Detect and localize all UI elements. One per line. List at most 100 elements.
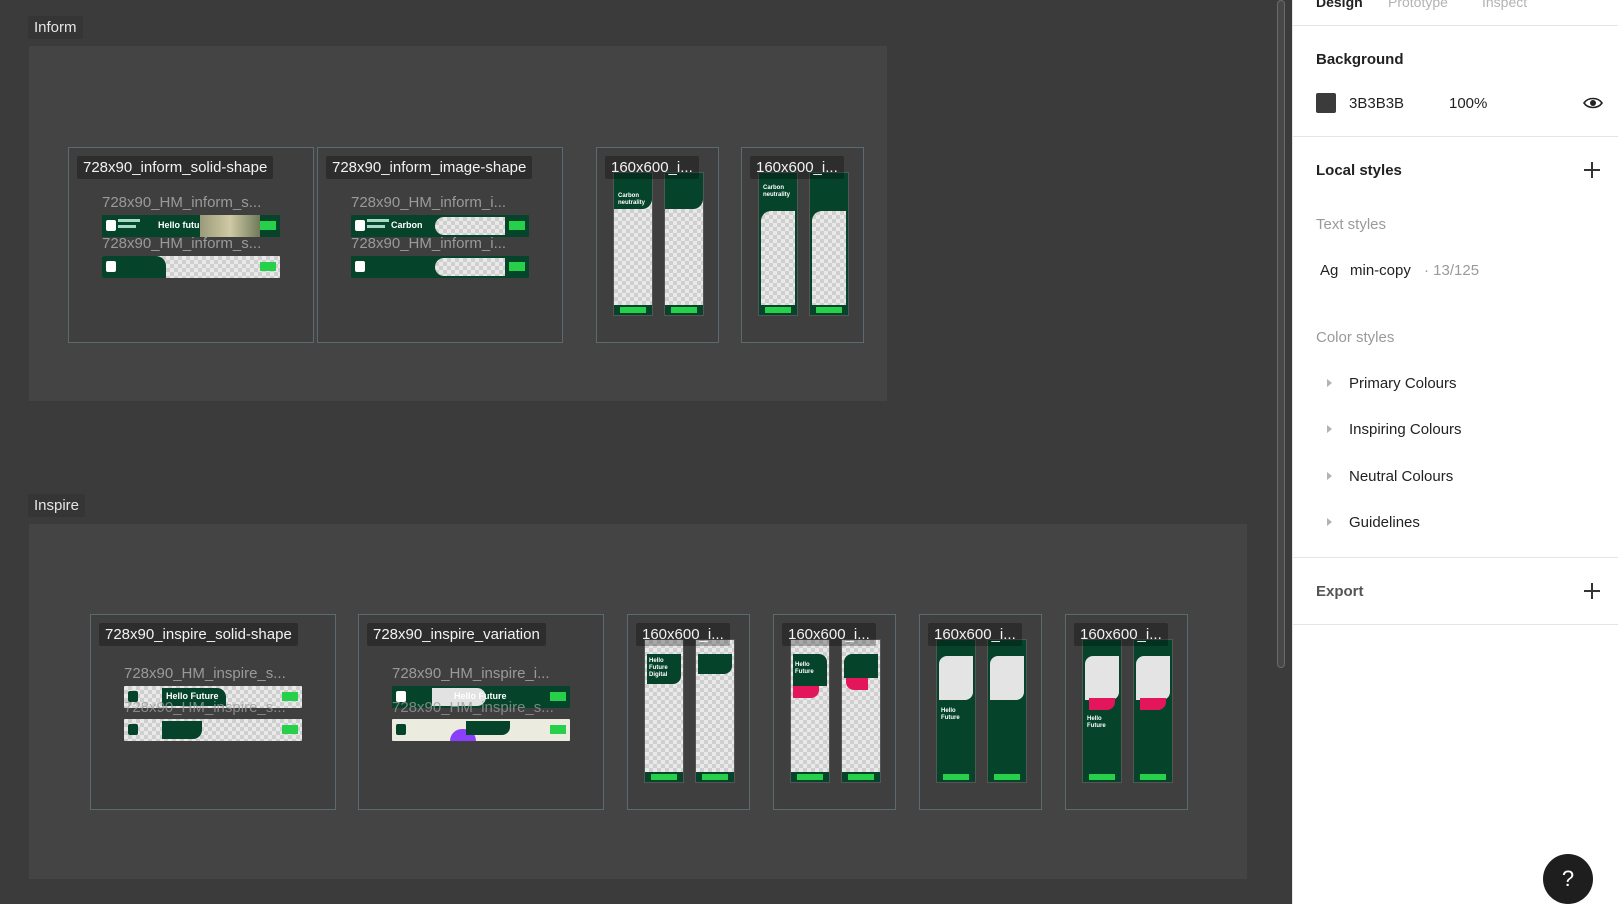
banner-preview[interactable]: Carbon xyxy=(351,215,529,237)
skyscraper-cta xyxy=(1083,772,1121,782)
frame-label: 160x600_i... xyxy=(605,156,699,179)
banner-preview[interactable] xyxy=(102,256,280,278)
divider xyxy=(1293,136,1618,137)
color-styles-label: Color styles xyxy=(1316,329,1395,346)
skyscraper-cta xyxy=(696,772,734,782)
cta-button-icon xyxy=(282,725,298,734)
brand-mark xyxy=(367,219,389,222)
skyscraper-cta xyxy=(645,772,683,782)
text-style-preview-icon: Ag xyxy=(1320,262,1339,279)
frame-label: 728x90_inspire_variation xyxy=(367,623,546,646)
accent-shape xyxy=(1089,698,1115,710)
frame-label: 728x90_inform_image-shape xyxy=(326,156,533,179)
background-color-swatch[interactable] xyxy=(1316,93,1336,113)
tab-inspect[interactable]: Inspect xyxy=(1482,0,1527,10)
color-group-label: Inspiring Colours xyxy=(1349,421,1462,438)
frame-label: 160x600_i... xyxy=(928,623,1022,646)
skyscraper-preview[interactable] xyxy=(695,639,735,783)
background-opacity-value[interactable]: 100% xyxy=(1449,95,1487,112)
skyscraper-cta xyxy=(988,772,1026,782)
accent-shape xyxy=(1140,698,1166,710)
background-hex-value[interactable]: 3B3B3B xyxy=(1349,95,1404,112)
skyscraper-preview[interactable]: Carbon neutrality xyxy=(758,172,798,316)
frame-inform-skyscraper[interactable]: Carbon neutrality 160x600_i... xyxy=(741,147,864,343)
text-style-meta: · 13/125 xyxy=(1424,262,1480,279)
text-styles-label: Text styles xyxy=(1316,216,1387,233)
cta-button-icon xyxy=(509,221,525,230)
properties-panel: Design Prototype Inspect Background 3B3B… xyxy=(1292,0,1618,904)
frame-inform-image-shape[interactable]: 728x90_inform_image-shape 728x90_HM_info… xyxy=(317,147,563,343)
banner-preview[interactable] xyxy=(392,719,570,741)
skyscraper-headline: Hello Future Digital xyxy=(649,658,668,678)
caret-right-icon xyxy=(1327,518,1332,526)
skyscraper-preview[interactable] xyxy=(841,639,881,783)
logo-icon xyxy=(355,220,365,231)
frame-inspire-skyscraper[interactable]: Hello Future 160x600_i... xyxy=(773,614,896,810)
caret-right-icon xyxy=(1327,425,1332,433)
logo-icon xyxy=(396,724,406,735)
tab-prototype[interactable]: Prototype xyxy=(1388,0,1448,10)
child-layer-label[interactable]: 728x90_HM_inform_s... xyxy=(102,235,261,252)
skyscraper-cta xyxy=(1134,772,1172,782)
design-canvas[interactable]: Inform 728x90_inform_solid-shape 728x90_… xyxy=(0,0,1292,904)
section-label-inform[interactable]: Inform xyxy=(28,16,83,39)
banner-shape xyxy=(466,721,510,735)
child-layer-label[interactable]: 728x90_HM_inspire_i... xyxy=(392,665,550,682)
frame-label: 160x600_i... xyxy=(1074,623,1168,646)
banner-image-placeholder xyxy=(435,217,505,235)
skyscraper-preview[interactable] xyxy=(987,639,1027,783)
brand-mark xyxy=(118,219,140,222)
frame-inspire-skyscraper[interactable]: Hello Future 160x600_i... xyxy=(919,614,1042,810)
eye-icon[interactable] xyxy=(1583,96,1603,110)
text-style-name: min-copy xyxy=(1350,262,1411,279)
cta-button-icon xyxy=(260,221,276,230)
add-export-icon[interactable] xyxy=(1584,583,1600,599)
skyscraper-header xyxy=(844,654,878,678)
skyscraper-headline: Hello Future xyxy=(941,708,960,721)
skyscraper-preview[interactable] xyxy=(664,172,704,316)
section-inspire[interactable]: 728x90_inspire_solid-shape 728x90_HM_ins… xyxy=(29,524,1247,879)
brand-mark xyxy=(118,225,136,228)
frame-inform-solid-shape[interactable]: 728x90_inform_solid-shape 728x90_HM_info… xyxy=(68,147,314,343)
skyscraper-headline: Carbon neutrality xyxy=(618,193,646,206)
logo-icon xyxy=(106,220,116,231)
skyscraper-preview[interactable]: Hello Future Digital xyxy=(644,639,684,783)
frame-inform-skyscraper[interactable]: Carbon neutrality 160x600_i... xyxy=(596,147,719,343)
child-layer-label[interactable]: 728x90_HM_inspire_s... xyxy=(124,699,286,716)
skyscraper-preview[interactable] xyxy=(1133,639,1173,783)
accent-shape xyxy=(846,678,868,690)
section-label-inspire[interactable]: Inspire xyxy=(28,494,86,517)
child-layer-label[interactable]: 728x90_HM_inform_i... xyxy=(351,194,506,211)
frame-label: 728x90_inform_solid-shape xyxy=(77,156,274,179)
skyscraper-preview[interactable]: Hello Future xyxy=(1082,639,1122,783)
divider xyxy=(1293,624,1618,625)
child-layer-label[interactable]: 728x90_HM_inspire_s... xyxy=(392,699,554,716)
child-layer-label[interactable]: 728x90_HM_inform_s... xyxy=(102,194,261,211)
export-title: Export xyxy=(1316,583,1364,600)
frame-inspire-skyscraper[interactable]: Hello Future 160x600_i... xyxy=(1065,614,1188,810)
skyscraper-preview[interactable] xyxy=(809,172,849,316)
child-layer-label[interactable]: 728x90_HM_inform_i... xyxy=(351,235,506,252)
skyscraper-preview[interactable]: Hello Future xyxy=(790,639,830,783)
banner-preview[interactable] xyxy=(124,719,302,741)
panel-tabs: Design Prototype Inspect xyxy=(1293,0,1618,26)
skyscraper-preview[interactable]: Carbon neutrality xyxy=(613,172,653,316)
add-style-icon[interactable] xyxy=(1584,162,1600,178)
banner-preview[interactable] xyxy=(351,256,529,278)
frame-inspire-variation[interactable]: 728x90_inspire_variation 728x90_HM_inspi… xyxy=(358,614,604,810)
caret-right-icon xyxy=(1327,379,1332,387)
skyscraper-preview[interactable]: Hello Future xyxy=(936,639,976,783)
tab-design[interactable]: Design xyxy=(1316,0,1363,10)
banner-photo xyxy=(200,215,260,237)
frame-inspire-skyscraper[interactable]: Hello Future Digital 160x600_i... xyxy=(627,614,750,810)
skyscraper-image-placeholder xyxy=(1085,656,1119,700)
frame-inspire-solid-shape[interactable]: 728x90_inspire_solid-shape 728x90_HM_ins… xyxy=(90,614,336,810)
child-layer-label[interactable]: 728x90_HM_inspire_s... xyxy=(124,665,286,682)
cta-button-icon xyxy=(509,262,525,271)
local-styles-title: Local styles xyxy=(1316,162,1402,179)
help-button[interactable]: ? xyxy=(1543,854,1593,904)
frame-label: 160x600_i... xyxy=(750,156,844,179)
section-inform[interactable]: 728x90_inform_solid-shape 728x90_HM_info… xyxy=(29,46,887,401)
banner-preview[interactable]: Hello future xyxy=(102,215,280,237)
canvas-scrollbar[interactable] xyxy=(1277,0,1285,668)
